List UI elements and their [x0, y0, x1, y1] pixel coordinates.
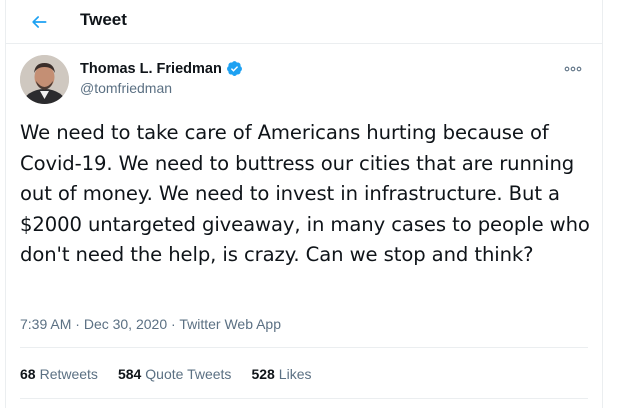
quotes-count: 584 — [117, 366, 142, 382]
avatar[interactable] — [20, 55, 69, 104]
author-name[interactable]: Thomas L. Friedman — [80, 61, 222, 77]
retweets-label: Retweets — [39, 366, 98, 382]
likes-label: Likes — [278, 366, 312, 382]
avatar-image — [20, 55, 69, 104]
meta-separator: · — [71, 316, 84, 332]
tweet-page: Tweet Thomas L. Friedman @tomfriedman We… — [5, 0, 603, 408]
retweets-stat[interactable]: 68 Retweets — [20, 366, 98, 382]
back-button[interactable] — [23, 6, 55, 38]
likes-count: 528 — [251, 366, 275, 382]
tweet-date[interactable]: Dec 30, 2020 — [84, 316, 167, 332]
meta-separator: · — [167, 316, 180, 332]
author-info: Thomas L. Friedman @tomfriedman — [80, 60, 243, 96]
tweet-source[interactable]: Twitter Web App — [179, 316, 281, 332]
likes-stat[interactable]: 528 Likes — [251, 366, 311, 382]
tweet-text: We need to take care of Americans hurtin… — [20, 121, 590, 266]
verified-badge-icon — [226, 61, 242, 76]
tweet-time[interactable]: 7:39 AM — [20, 316, 71, 332]
author-handle[interactable]: @tomfriedman — [80, 80, 243, 96]
engagement-stats: 68 Retweets 584 Quote Tweets 528 Likes — [20, 366, 331, 382]
retweets-count: 68 — [20, 366, 36, 382]
arrow-left-icon — [32, 16, 47, 28]
top-bar: Tweet — [6, 0, 602, 44]
page-title: Tweet — [80, 10, 127, 29]
divider — [20, 398, 588, 399]
divider — [20, 347, 588, 348]
tweet-metadata: 7:39 AM · Dec 30, 2020 · Twitter Web App — [20, 316, 281, 332]
quote-tweets-stat[interactable]: 584 Quote Tweets — [118, 366, 232, 382]
more-options-button[interactable] — [562, 60, 584, 78]
more-horizontal-icon — [564, 66, 582, 72]
quotes-label: Quote Tweets — [145, 366, 232, 382]
